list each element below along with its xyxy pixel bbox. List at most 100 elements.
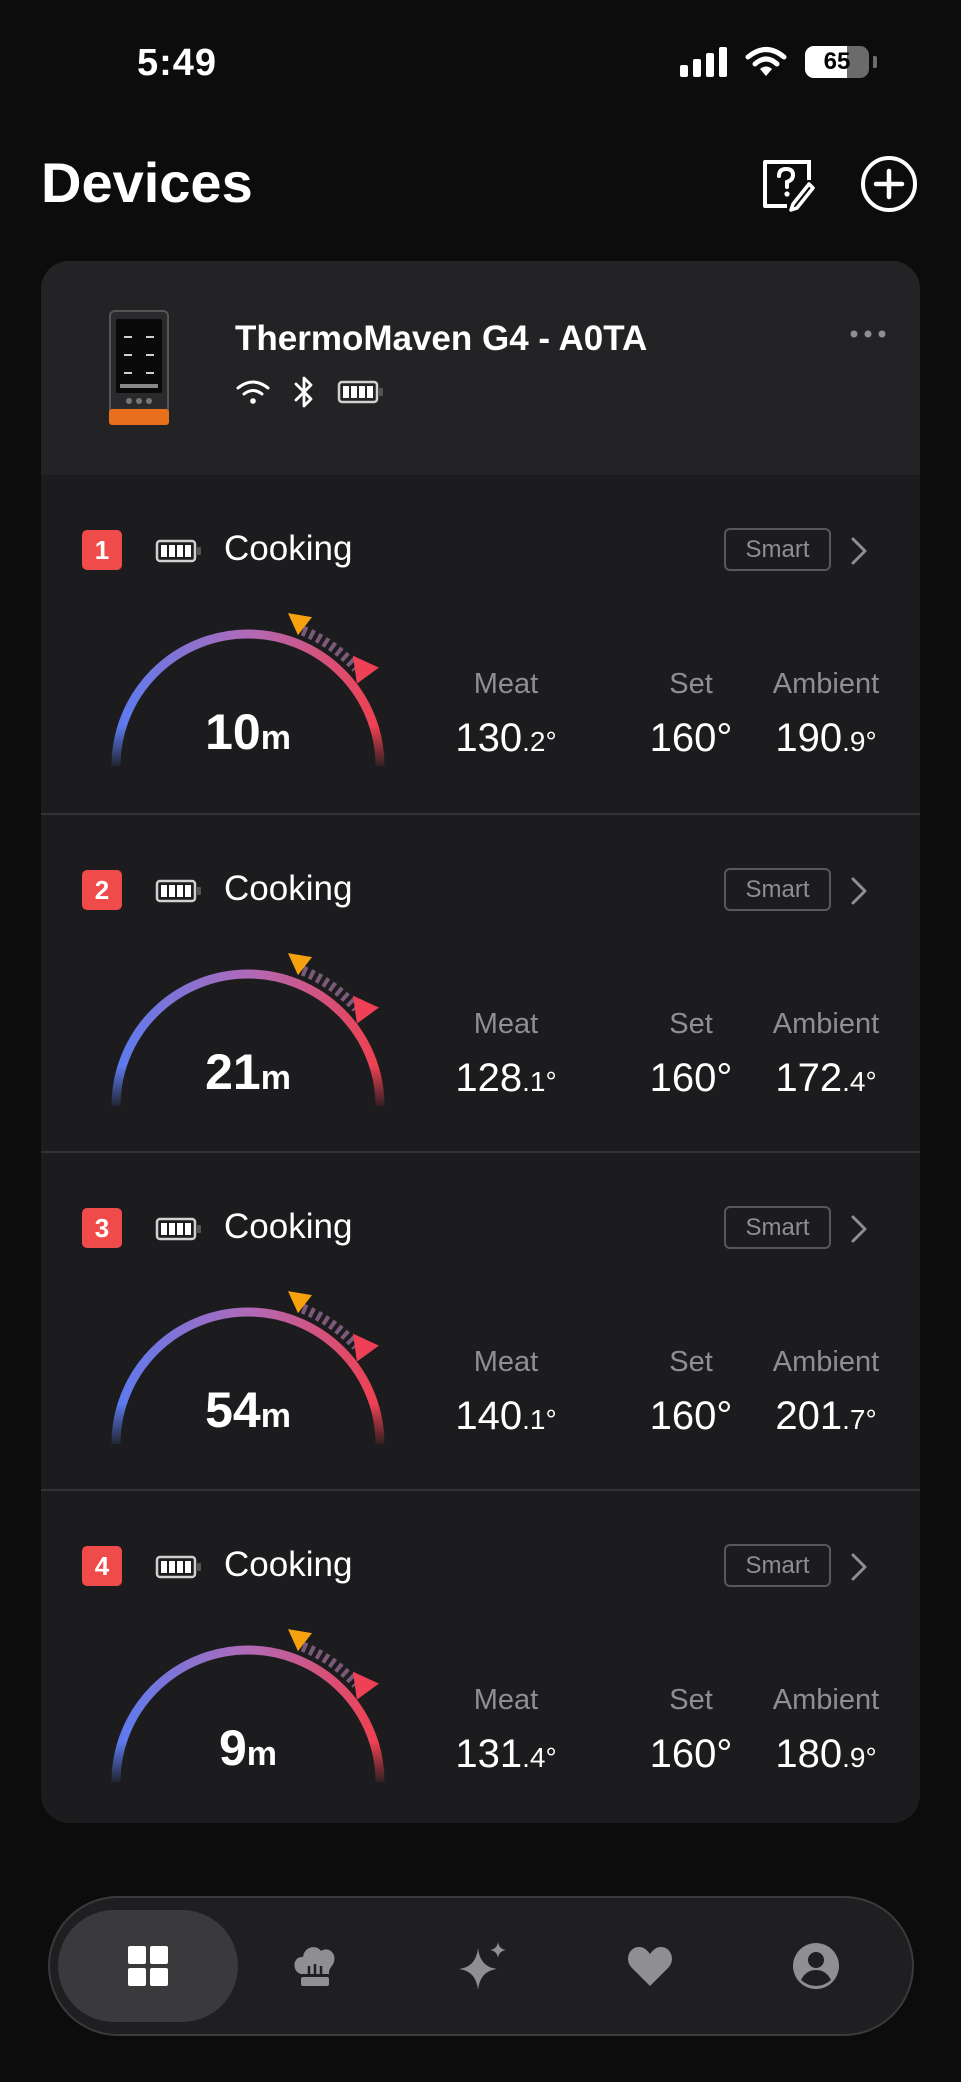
chevron-right-icon[interactable]: [847, 535, 871, 567]
battery-status-icon: 65: [805, 46, 869, 78]
ambient-temp-value: 201.7°: [741, 1394, 911, 1439]
meat-temp-label: Meat: [473, 1008, 539, 1040]
ambient-temp-value: 190.9°: [741, 716, 911, 761]
ambient-temp-integer: 180: [775, 1732, 843, 1776]
battery-icon: [337, 380, 383, 404]
meat-temp-decimal: .2°: [522, 726, 557, 757]
grid-icon: [128, 1946, 168, 1986]
meat-temp-value: 130.2°: [421, 716, 591, 761]
ambient-temp-label: Ambient: [772, 668, 880, 700]
tab-devices[interactable]: [58, 1910, 238, 2022]
remaining-time-value: 54: [205, 1382, 261, 1438]
current-temp-marker: [287, 953, 312, 976]
meat-temp-integer: 140: [455, 1394, 523, 1438]
ambient-temp-value: 172.4°: [741, 1056, 911, 1101]
plus-circle-icon: [861, 156, 917, 212]
tab-profile[interactable]: [726, 1910, 906, 2022]
smart-mode-badge[interactable]: Smart: [724, 1544, 831, 1587]
tab-discover[interactable]: [393, 1910, 573, 2022]
remaining-time: 21m: [103, 1043, 393, 1101]
probe-battery-icon: [155, 1217, 201, 1241]
smart-mode-badge[interactable]: Smart: [724, 528, 831, 571]
status-bar: 5:49 65: [0, 0, 961, 120]
current-temp-marker: [287, 1291, 312, 1314]
remaining-time-unit: m: [260, 1059, 291, 1097]
wifi-icon: [236, 380, 270, 404]
help-edit-button[interactable]: [757, 154, 817, 214]
remaining-time-value: 21: [205, 1044, 261, 1100]
probe-status: Cooking: [224, 869, 353, 908]
meat-temp-decimal: .1°: [522, 1066, 557, 1097]
status-indicators: 65: [680, 46, 877, 78]
remaining-time: 10m: [103, 703, 393, 761]
meat-temp-label: Meat: [473, 1346, 539, 1378]
probe-row[interactable]: 3 Cooking Smart 54m Meat 140.1° Set 160°…: [41, 1151, 920, 1489]
smart-mode-badge[interactable]: Smart: [724, 1206, 831, 1249]
probe-number-badge: 2: [82, 870, 122, 910]
probe-number-badge: 4: [82, 1546, 122, 1586]
smart-mode-badge[interactable]: Smart: [724, 868, 831, 911]
device-header[interactable]: ThermoMaven G4 - A0TA: [41, 261, 920, 475]
device-connection-icons: [235, 375, 385, 409]
meat-temp-value: 131.4°: [421, 1732, 591, 1777]
thermometer-device-image: [109, 310, 169, 425]
heart-icon: [628, 1947, 672, 1986]
ambient-temp-integer: 190: [775, 716, 843, 760]
remaining-time-unit: m: [246, 1735, 278, 1773]
battery-nub: [873, 56, 877, 68]
remaining-time: 9m: [103, 1719, 393, 1777]
meat-temp-value: 128.1°: [421, 1056, 591, 1101]
chevron-right-icon[interactable]: [847, 875, 871, 907]
status-time: 5:49: [137, 42, 218, 84]
ambient-temp-decimal: .9°: [842, 1742, 877, 1773]
meat-temp-decimal: .4°: [522, 1742, 557, 1773]
current-temp-marker: [287, 1629, 312, 1652]
meat-temp-integer: 130: [455, 716, 523, 760]
probe-battery-icon: [155, 1555, 201, 1579]
probe-row[interactable]: 1 Cooking Smart 10m Meat 130.2° Set 160°…: [41, 475, 920, 813]
meat-temp-label: Meat: [473, 1684, 539, 1716]
meat-temp-integer: 128: [455, 1056, 523, 1100]
target-temp-marker: [352, 1333, 379, 1362]
tab-favorites[interactable]: [560, 1910, 740, 2022]
remaining-time-unit: m: [260, 719, 291, 757]
meat-temp-decimal: .1°: [522, 1404, 557, 1435]
bluetooth-icon: [294, 376, 313, 408]
ambient-temp-decimal: .4°: [842, 1066, 877, 1097]
current-temp-marker: [287, 613, 312, 636]
sparkle-icon: [459, 1942, 506, 1990]
device-name: ThermoMaven G4 - A0TA: [235, 319, 648, 358]
chevron-right-icon[interactable]: [847, 1551, 871, 1583]
wifi-status-icon: [745, 47, 787, 76]
probe-number-badge: 3: [82, 1208, 122, 1248]
probe-list: 1 Cooking Smart 10m Meat 130.2° Set 160°…: [41, 475, 920, 1823]
profile-icon: [793, 1943, 839, 1989]
ambient-temp-label: Ambient: [772, 1008, 880, 1040]
chevron-right-icon[interactable]: [847, 1213, 871, 1245]
target-temp-marker: [352, 655, 379, 684]
probe-status: Cooking: [224, 1545, 353, 1584]
remaining-time-unit: m: [260, 1397, 291, 1435]
ambient-temp-decimal: .9°: [842, 726, 877, 757]
remaining-time: 54m: [103, 1381, 393, 1439]
probe-battery-icon: [155, 539, 201, 563]
ambient-temp-value: 180.9°: [741, 1732, 911, 1777]
probe-status: Cooking: [224, 1207, 353, 1246]
target-temp-marker: [352, 995, 379, 1024]
probe-battery-icon: [155, 879, 201, 903]
meat-temp-value: 140.1°: [421, 1394, 591, 1439]
device-card: ThermoMaven G4 - A0TA 1 Cooking Smart 10…: [41, 261, 920, 1823]
probe-number-badge: 1: [82, 530, 122, 570]
more-options-button[interactable]: [848, 327, 888, 341]
probe-row[interactable]: 4 Cooking Smart 9m Meat 131.4° Set 160° …: [41, 1489, 920, 1823]
probe-row[interactable]: 2 Cooking Smart 21m Meat 128.1° Set 160°…: [41, 813, 920, 1151]
target-temp-marker: [352, 1671, 379, 1700]
add-device-button[interactable]: [859, 154, 919, 214]
battery-percent: 65: [823, 48, 851, 75]
page-title: Devices: [41, 151, 253, 214]
chef-hat-icon: [294, 1947, 335, 1986]
meat-temp-label: Meat: [473, 668, 539, 700]
ambient-temp-label: Ambient: [772, 1346, 880, 1378]
tab-recipes[interactable]: [225, 1910, 405, 2022]
ambient-temp-decimal: .7°: [842, 1404, 877, 1435]
